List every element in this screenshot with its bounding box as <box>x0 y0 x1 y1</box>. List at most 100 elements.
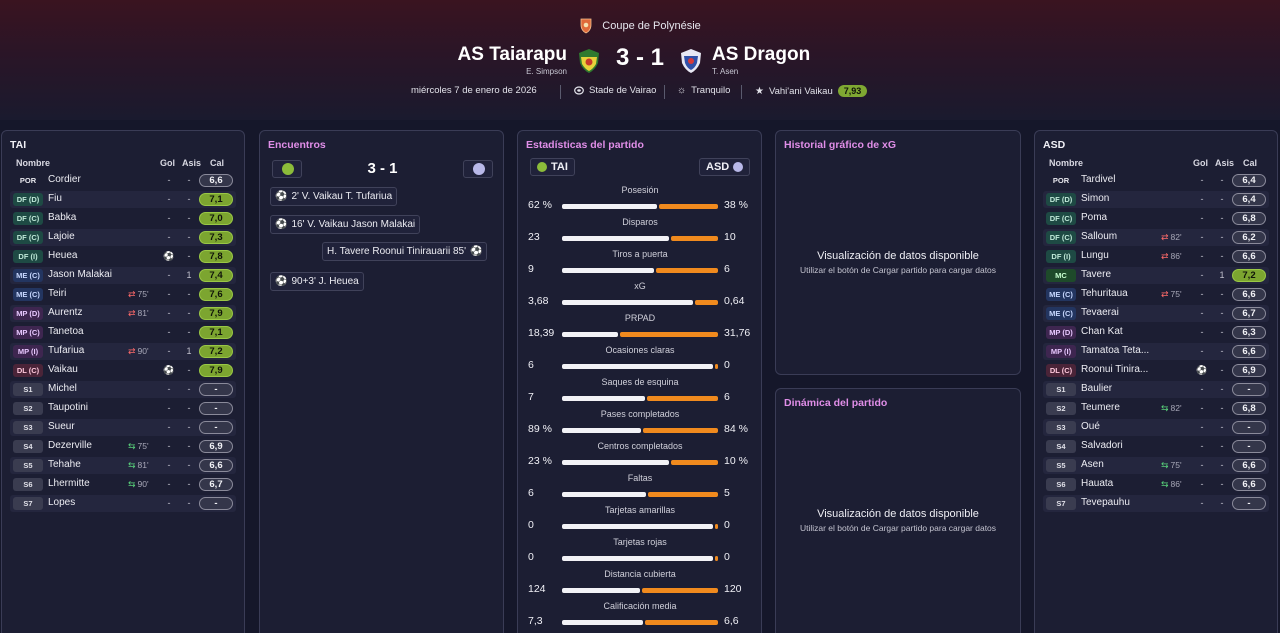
stadium[interactable]: Stade de Vairao <box>574 85 656 96</box>
player-row[interactable]: MC Tavere - 1 7,2 <box>1043 267 1269 284</box>
player-name[interactable]: Aurentz <box>48 307 82 318</box>
player-name[interactable]: Chan Kat <box>1081 326 1123 337</box>
assists: - <box>1220 384 1224 394</box>
col-gol[interactable]: Gol <box>160 158 175 168</box>
player-row[interactable]: ME (C) Tehuritaua ⇄ 75' - -6,6 <box>1043 286 1269 303</box>
player-name[interactable]: Lopes <box>48 497 75 508</box>
sub-on-icon: ⇆ <box>1161 460 1169 470</box>
player-row[interactable]: S1 Michel - - - <box>10 381 236 398</box>
player-row[interactable]: DF (C) Lajoie - -7,3 <box>10 229 236 246</box>
col-asis[interactable]: Asis <box>182 158 201 168</box>
home-team-name[interactable]: AS Taiarapu <box>458 44 567 66</box>
player-row[interactable]: S5 Asen ⇆ 75' - -6,6 <box>1043 457 1269 474</box>
player-row[interactable]: ME (C) Teiri ⇄ 75' - -7,6 <box>10 286 236 303</box>
player-row[interactable]: S2 Taupotini - - - <box>10 400 236 417</box>
assists: - <box>187 308 191 318</box>
col-asis[interactable]: Asis <box>1215 158 1234 168</box>
match-event[interactable]: H. Tavere Roonui Tinirauarii 85' ⚽ <box>322 242 488 261</box>
player-name[interactable]: Teumere <box>1081 402 1120 413</box>
player-row[interactable]: S4 Salvadori - - - <box>1043 438 1269 455</box>
player-name[interactable]: Hauata <box>1081 478 1113 489</box>
player-name[interactable]: Tehuritaua <box>1081 288 1128 299</box>
player-name[interactable]: Tehahe <box>48 459 81 470</box>
player-row[interactable]: MP (D) Chan Kat - -6,3 <box>1043 324 1269 341</box>
match-event[interactable]: ⚽ 16' V. Vaikau Jason Malakai <box>270 215 421 234</box>
home-manager[interactable]: E. Simpson <box>526 67 567 76</box>
match-event[interactable]: ⚽ 90+3' J. Heuea <box>270 272 364 291</box>
player-name[interactable]: Michel <box>48 383 77 394</box>
player-row[interactable]: MP (C) Tanetoa - -7,1 <box>10 324 236 341</box>
player-row[interactable]: POR Tardivel - -6,4 <box>1043 172 1269 189</box>
away-manager[interactable]: T. Asen <box>712 67 738 76</box>
player-row[interactable]: MP (D) Aurentz ⇄ 81' - -7,9 <box>10 305 236 322</box>
player-row[interactable]: DL (C) Roonui Tinira... ⚽ -6,9 <box>1043 362 1269 379</box>
player-name[interactable]: Asen <box>1081 459 1104 470</box>
player-name[interactable]: Fiu <box>48 193 62 204</box>
player-name[interactable]: Tevepauhu <box>1081 497 1130 508</box>
player-name[interactable]: Babka <box>48 212 76 223</box>
player-name[interactable]: Salloum <box>1081 231 1117 242</box>
player-name[interactable]: Baulier <box>1081 383 1112 394</box>
player-name[interactable]: Oué <box>1081 421 1100 432</box>
player-of-the-match[interactable]: ★ Vahi'ani Vaikau 7,93 <box>755 85 868 97</box>
player-row[interactable]: ME (C) Jason Malakai - 1 7,4 <box>10 267 236 284</box>
player-row[interactable]: DL (C) Vaikau ⚽ -7,9 <box>10 362 236 379</box>
col-name[interactable]: Nombre <box>1049 158 1083 168</box>
competition[interactable]: Coupe de Polynésie <box>0 18 1280 34</box>
player-row[interactable]: S6 Lhermitte ⇆ 90' - -6,7 <box>10 476 236 493</box>
player-name[interactable]: Lhermitte <box>48 478 90 489</box>
player-row[interactable]: S4 Dezerville ⇆ 75' - -6,9 <box>10 438 236 455</box>
player-row[interactable]: DF (C) Poma - -6,8 <box>1043 210 1269 227</box>
player-name[interactable]: Dezerville <box>48 440 92 451</box>
match-event[interactable]: ⚽ 2' V. Vaikau T. Tufariua <box>270 187 398 206</box>
player-name[interactable]: Roonui Tinira... <box>1081 364 1148 375</box>
col-gol[interactable]: Gol <box>1193 158 1208 168</box>
away-crest-icon[interactable] <box>679 48 703 74</box>
player-row[interactable]: S7 Tevepauhu - - - <box>1043 495 1269 512</box>
player-row[interactable]: MP (I) Tamatoa Teta... - -6,6 <box>1043 343 1269 360</box>
goals: - <box>167 232 171 242</box>
goals: - <box>1200 308 1204 318</box>
player-name[interactable]: Tevaerai <box>1081 307 1119 318</box>
player-row[interactable]: DF (C) Babka - -7,0 <box>10 210 236 227</box>
player-name[interactable]: Poma <box>1081 212 1107 223</box>
player-row[interactable]: MP (I) Tufariua ⇄ 90' - 1 7,2 <box>10 343 236 360</box>
player-name[interactable]: Tavere <box>1081 269 1111 280</box>
player-name[interactable]: Tufariua <box>48 345 84 356</box>
player-row[interactable]: DF (I) Lungu ⇄ 86' - -6,6 <box>1043 248 1269 265</box>
player-name[interactable]: Heuea <box>48 250 77 261</box>
player-row[interactable]: DF (C) Salloum ⇄ 82' - -6,2 <box>1043 229 1269 246</box>
player-name[interactable]: Jason Malakai <box>48 269 112 280</box>
player-row[interactable]: S7 Lopes - - - <box>10 495 236 512</box>
player-name[interactable]: Taupotini <box>48 402 88 413</box>
player-row[interactable]: ME (C) Tevaerai - -6,7 <box>1043 305 1269 322</box>
player-name[interactable]: Teiri <box>48 288 66 299</box>
player-row[interactable]: DF (D) Simon - -6,4 <box>1043 191 1269 208</box>
player-name[interactable]: Vaikau <box>48 364 78 375</box>
player-row[interactable]: DF (I) Heuea ⚽ -7,8 <box>10 248 236 265</box>
col-cal[interactable]: Cal <box>210 158 224 168</box>
col-cal[interactable]: Cal <box>1243 158 1257 168</box>
player-row[interactable]: S2 Teumere ⇆ 82' - -6,8 <box>1043 400 1269 417</box>
player-row[interactable]: S6 Hauata ⇆ 86' - -6,6 <box>1043 476 1269 493</box>
player-row[interactable]: S3 Sueur - - - <box>10 419 236 436</box>
player-name[interactable]: Tamatoa Teta... <box>1081 345 1149 356</box>
player-name[interactable]: Sueur <box>48 421 75 432</box>
position-badge: DF (D) <box>13 193 43 206</box>
player-row[interactable]: S3 Oué - - - <box>1043 419 1269 436</box>
player-name[interactable]: Lungu <box>1081 250 1109 261</box>
player-row[interactable]: POR Cordier - -6,6 <box>10 172 236 189</box>
player-name[interactable]: Lajoie <box>48 231 75 242</box>
player-name[interactable]: Salvadori <box>1081 440 1123 451</box>
position-badge: MP (I) <box>1046 345 1076 358</box>
player-row[interactable]: S1 Baulier - - - <box>1043 381 1269 398</box>
col-name[interactable]: Nombre <box>16 158 50 168</box>
player-row[interactable]: S5 Tehahe ⇆ 81' - -6,6 <box>10 457 236 474</box>
away-team-name[interactable]: AS Dragon <box>712 44 810 66</box>
player-row[interactable]: DF (D) Fiu - -7,1 <box>10 191 236 208</box>
player-name[interactable]: Cordier <box>48 174 81 185</box>
home-crest-icon[interactable] <box>577 48 601 74</box>
player-name[interactable]: Tardivel <box>1081 174 1115 185</box>
player-name[interactable]: Simon <box>1081 193 1109 204</box>
player-name[interactable]: Tanetoa <box>48 326 84 337</box>
